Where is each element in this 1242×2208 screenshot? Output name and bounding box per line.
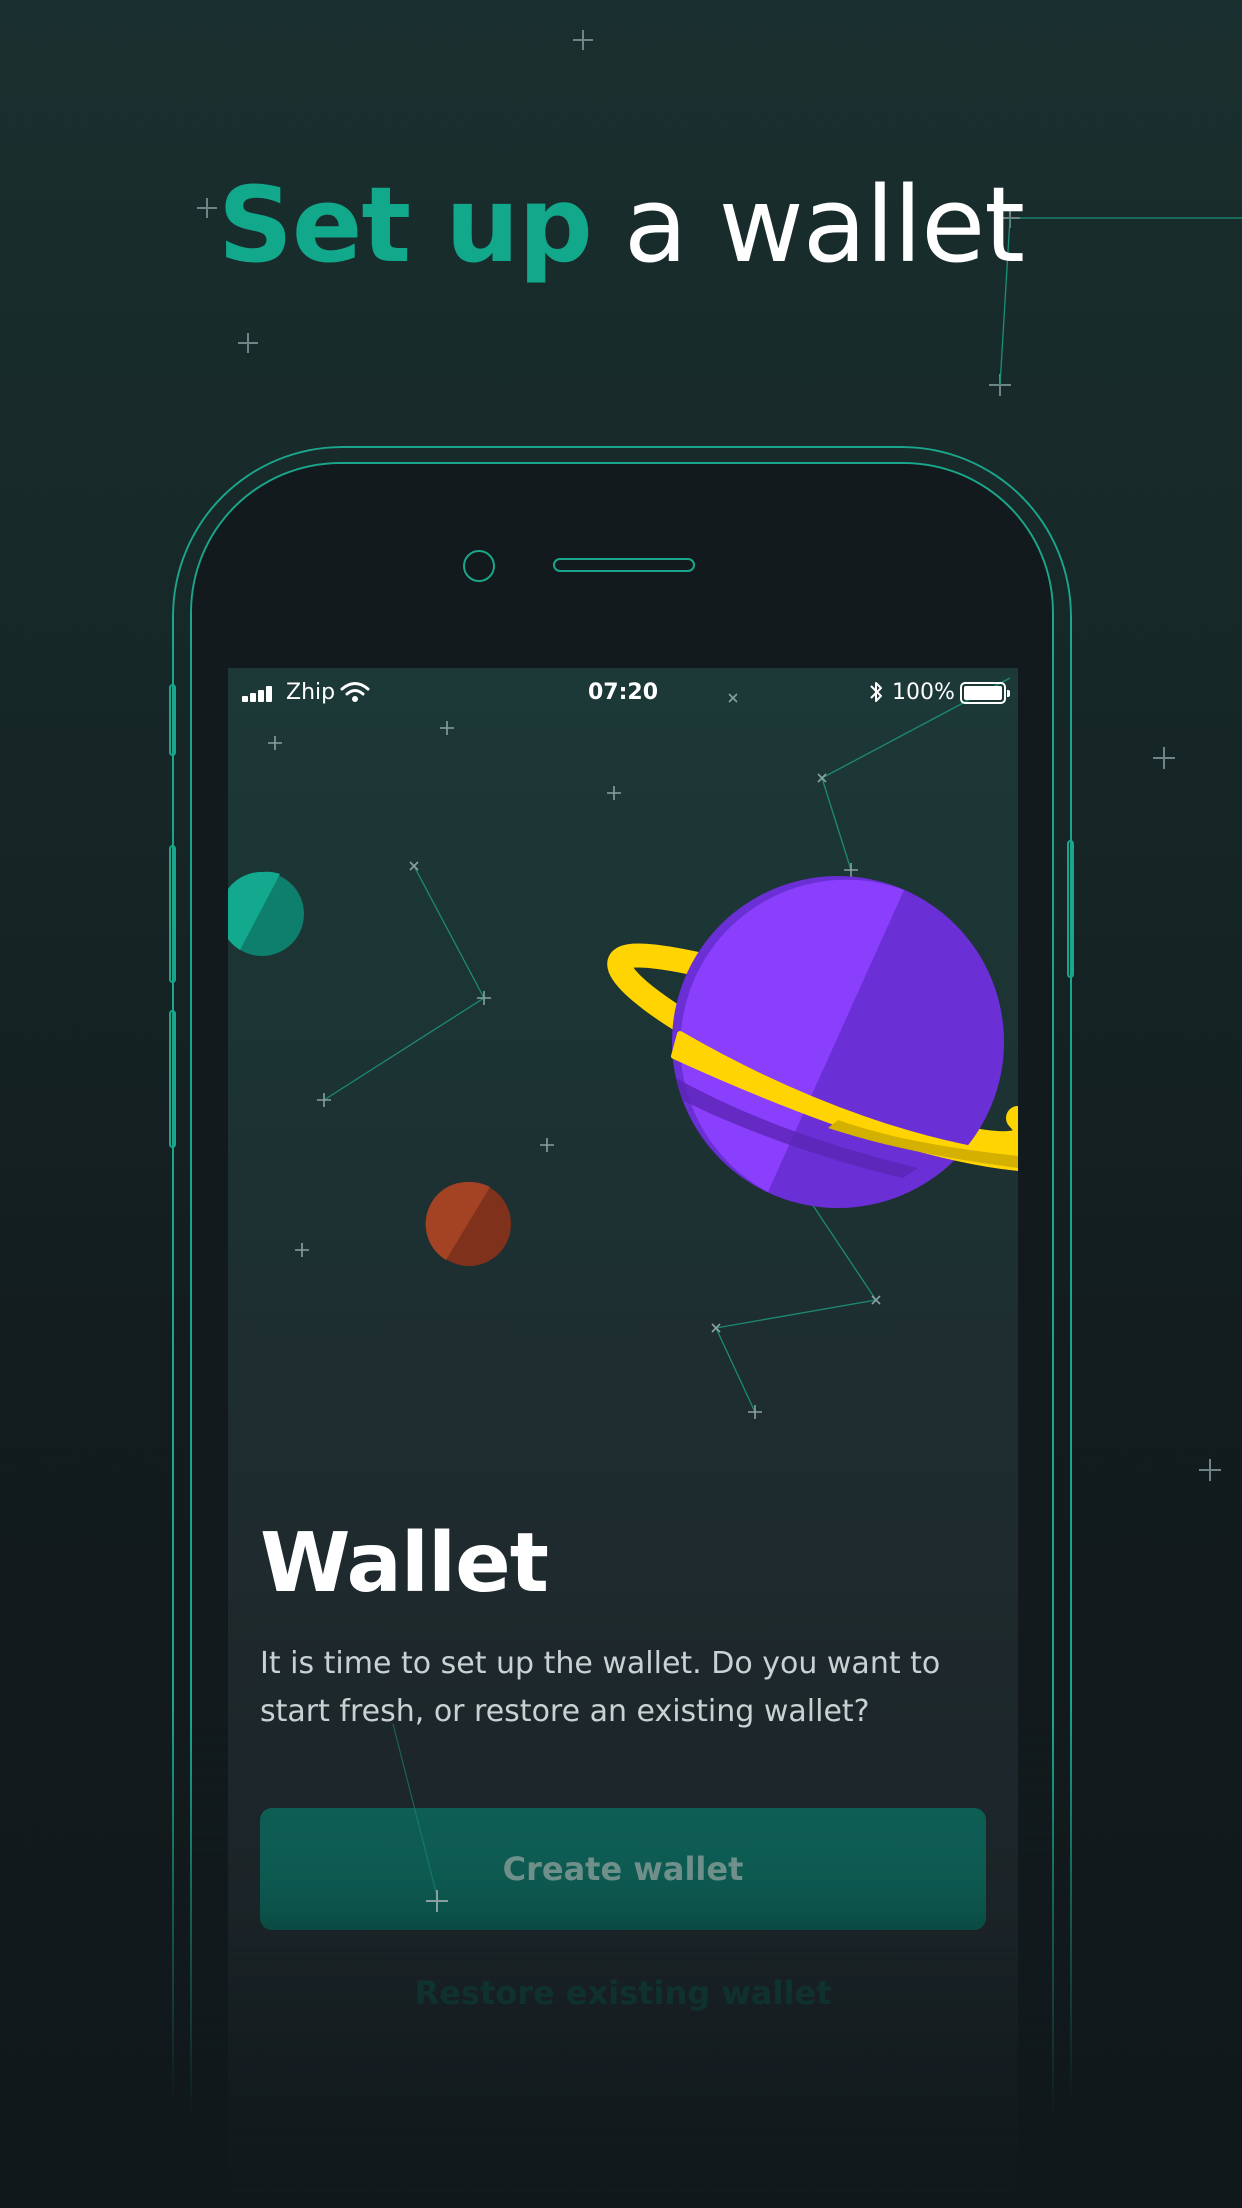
phone-camera <box>463 550 495 582</box>
headline-accent: Set up <box>217 164 593 286</box>
restore-wallet-button[interactable]: Restore existing wallet <box>228 1974 1018 2012</box>
headline-rest: a wallet <box>623 164 1025 286</box>
phone-mute-switch <box>169 684 176 756</box>
headline: Set up a wallet <box>0 165 1242 285</box>
phone-volume-down-button <box>169 1010 176 1148</box>
phone-speaker <box>553 558 695 572</box>
phone-volume-up-button <box>169 845 176 983</box>
phone-power-button <box>1067 840 1074 978</box>
phone-screen: Zhip 07:20 100% Wallet It is time to set… <box>228 668 1018 2208</box>
